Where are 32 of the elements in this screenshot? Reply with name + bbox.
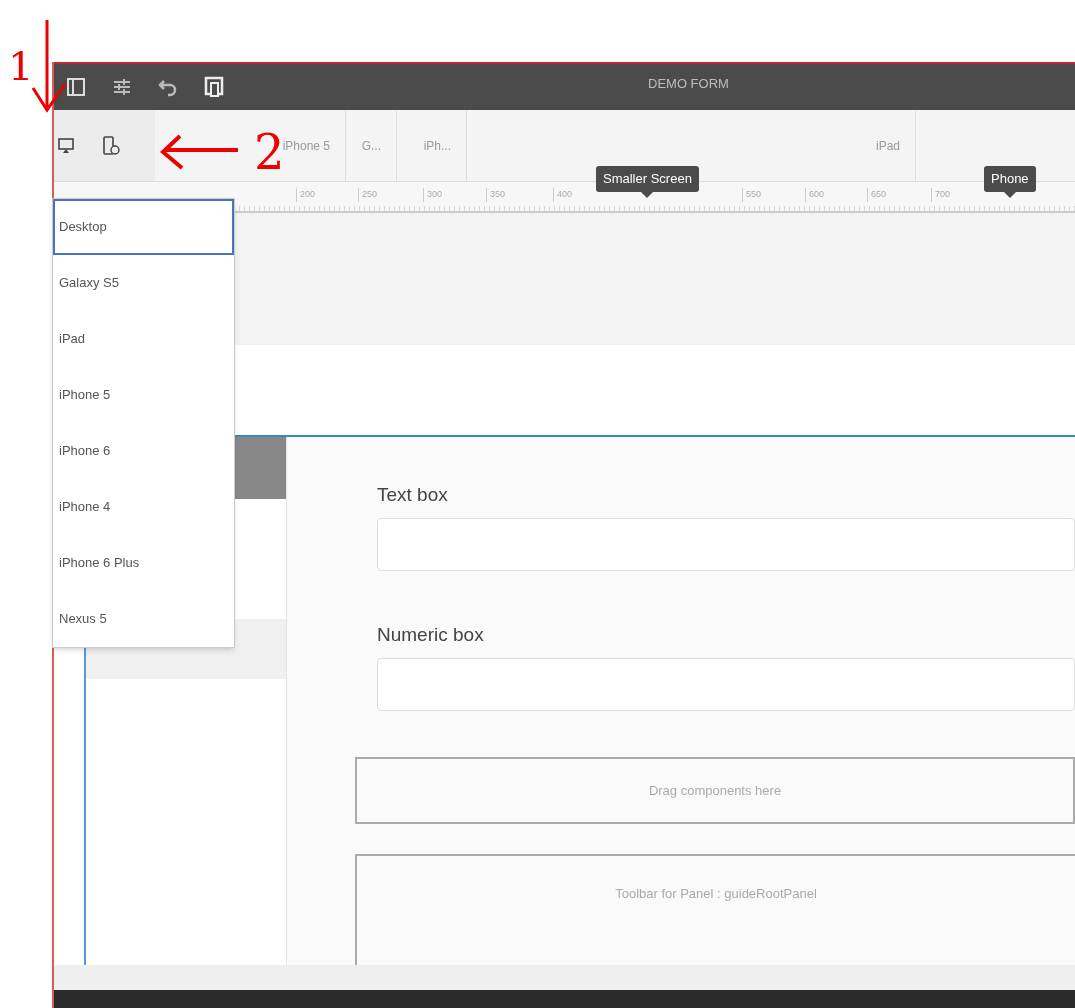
input-field[interactable] <box>377 657 1075 712</box>
ruler-label: 300 <box>423 188 443 202</box>
desktop-icon[interactable] <box>58 137 74 154</box>
input-field[interactable] <box>377 517 1075 572</box>
ruler-label: 250 <box>358 188 378 202</box>
device-menu-item[interactable]: iPad <box>53 311 234 367</box>
devices-icon[interactable] <box>204 76 224 98</box>
tooltip-pointer <box>1003 192 1016 198</box>
annotation-number: 2 <box>254 128 285 176</box>
ruler-label: 550 <box>742 188 762 202</box>
device-menu-item[interactable]: Galaxy S5 <box>53 255 234 311</box>
device-menu-item[interactable]: iPhone 5 <box>53 367 234 423</box>
device-menu-item[interactable]: iPhone 4 <box>53 479 234 535</box>
ruler-label: 200 <box>296 188 316 202</box>
ruler-label: 600 <box>805 188 825 202</box>
sidebar-toggle-icon[interactable] <box>66 77 86 97</box>
field-label: Numeric box <box>376 623 485 648</box>
annotation-number: 1 <box>8 46 34 86</box>
ruler-label: 400 <box>553 188 573 202</box>
form-title: DEMO FORM <box>648 75 729 93</box>
device-menu-item[interactable]: Desktop <box>53 199 234 255</box>
ruler-label: 350 <box>486 188 506 202</box>
field-label: Text box <box>376 483 449 507</box>
tooltip-pointer <box>641 192 654 198</box>
undo-icon[interactable] <box>158 77 178 97</box>
sliders-icon[interactable] <box>112 77 132 97</box>
ruler-label: 700 <box>931 188 951 202</box>
device-menu-item[interactable]: iPhone 6 <box>53 423 234 479</box>
device-menu-item[interactable]: iPhone 6 Plus <box>53 535 234 591</box>
phone-rotate-icon[interactable] <box>102 135 120 156</box>
device-menu-item[interactable]: Nexus 5 <box>53 591 234 647</box>
ruler-label: 650 <box>867 188 887 202</box>
